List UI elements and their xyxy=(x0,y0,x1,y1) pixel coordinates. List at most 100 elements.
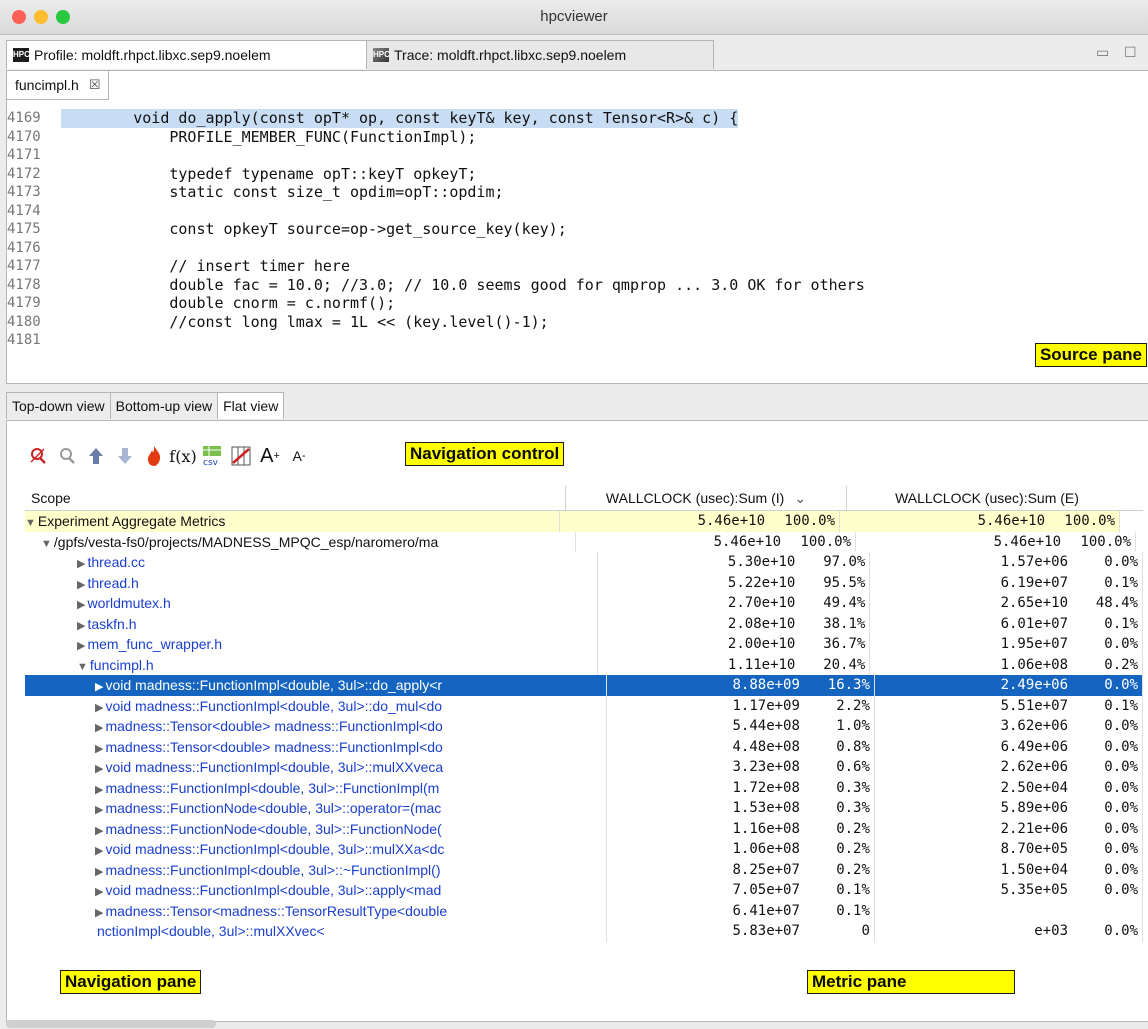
scope-label[interactable]: mem_func_wrapper.h xyxy=(87,636,222,652)
scope-column-header[interactable]: Scope xyxy=(25,486,566,510)
expanded-triangle-icon[interactable]: ▼ xyxy=(25,517,36,529)
scope-cell[interactable]: ▼/gpfs/vesta-fs0/projects/MADNESS_MPQC_e… xyxy=(25,531,576,552)
expanded-triangle-icon[interactable]: ▼ xyxy=(41,538,52,550)
tab-profile[interactable]: HPC Profile: moldft.rhpct.libxc.sep9.noe… xyxy=(6,40,368,69)
collapsed-triangle-icon[interactable]: ▶ xyxy=(95,886,103,898)
source-file-tab[interactable]: funcimpl.h ☒ xyxy=(7,71,110,100)
scope-cell[interactable]: ▶ madness::Tensor<double> madness::Functi… xyxy=(25,736,607,757)
scope-label[interactable]: thread.h xyxy=(87,575,138,591)
minimize-view-icon[interactable]: ▭ xyxy=(1096,44,1109,61)
collapsed-triangle-icon[interactable]: ▶ xyxy=(95,681,103,693)
collapsed-triangle-icon[interactable]: ▶ xyxy=(77,620,85,632)
scope-label[interactable]: taskfn.h xyxy=(87,616,136,632)
table-row[interactable]: ▶ thread.h 5.22e+10 95.5% 6.19e+07 0.1% xyxy=(25,572,1143,593)
scope-cell[interactable]: ▶ thread.h xyxy=(25,572,598,593)
table-row[interactable]: ▼/gpfs/vesta-fs0/projects/MADNESS_MPQC_e… xyxy=(25,531,1143,552)
scope-label[interactable]: madness::Tensor<double> madness::Functio… xyxy=(105,718,442,734)
table-row[interactable]: ▶ worldmutex.h 2.70e+10 49.4% 2.65e+10 48.4% xyxy=(25,593,1143,614)
scope-cell[interactable]: ▶ madness::FunctionImpl<double, 3ul>::~Fu… xyxy=(25,859,607,880)
table-row[interactable]: ▶ madness::FunctionNode<double, 3ul>::Fun… xyxy=(25,818,1143,839)
table-row[interactable]: ▶ void madness::FunctionImpl<double, 3ul>… xyxy=(25,675,1143,696)
scope-label[interactable]: worldmutex.h xyxy=(87,595,170,611)
table-row[interactable]: ▶ madness::FunctionImpl<double, 3ul>::Fun… xyxy=(25,777,1143,798)
scope-cell[interactable]: ▼ funcimpl.h xyxy=(25,654,598,675)
table-row[interactable]: ▶ void madness::FunctionImpl<double, 3ul>… xyxy=(25,757,1143,778)
zoom-out-icon[interactable] xyxy=(56,445,78,467)
collapsed-triangle-icon[interactable]: ▶ xyxy=(95,763,103,775)
scope-label[interactable]: madness::FunctionImpl<double, 3ul>::~Fun… xyxy=(105,862,440,878)
scope-cell[interactable]: ▶ worldmutex.h xyxy=(25,593,598,614)
csv-export-icon[interactable]: csv xyxy=(201,445,223,467)
collapsed-triangle-icon[interactable]: ▶ xyxy=(77,558,85,570)
scope-cell[interactable]: ▶ void madness::FunctionImpl<double, 3ul>… xyxy=(25,839,607,860)
collapsed-triangle-icon[interactable]: ▶ xyxy=(95,907,103,919)
collapsed-triangle-icon[interactable]: ▶ xyxy=(77,640,85,652)
scope-cell[interactable]: ▶ madness::FunctionImpl<double, 3ul>::Fun… xyxy=(25,777,607,798)
table-row[interactable]: ▶ madness::Tensor<double> madness::Functi… xyxy=(25,736,1143,757)
font-decrease-icon[interactable]: A- xyxy=(288,445,310,467)
font-increase-icon[interactable]: A + xyxy=(259,445,281,467)
scope-cell[interactable]: ▶ thread.cc xyxy=(25,552,598,573)
table-row[interactable]: ▶ void madness::FunctionImpl<double, 3ul>… xyxy=(25,880,1143,901)
table-row[interactable]: ▶ madness::FunctionNode<double, 3ul>::ope… xyxy=(25,798,1143,819)
scope-label[interactable]: nctionImpl<double, 3ul>::mulXXvec< xyxy=(97,923,325,939)
zoom-in-icon[interactable] xyxy=(27,445,49,467)
scope-cell[interactable]: ▶ madness::FunctionNode<double, 3ul>::Fun… xyxy=(25,818,607,839)
collapsed-triangle-icon[interactable]: ▶ xyxy=(77,599,85,611)
metric-columns-icon[interactable] xyxy=(230,445,252,467)
tab-flat-view[interactable]: Flat view xyxy=(217,392,285,419)
scope-label[interactable]: void madness::FunctionImpl<double, 3ul>:… xyxy=(105,759,443,775)
table-row[interactable]: nctionImpl<double, 3ul>::mulXXvec< 5.83e+… xyxy=(25,921,1143,942)
collapsed-triangle-icon[interactable]: ▶ xyxy=(95,804,103,816)
table-row[interactable]: ▶ taskfn.h 2.08e+10 38.1% 6.01e+07 0.1% xyxy=(25,613,1143,634)
flatten-icon[interactable] xyxy=(85,445,107,467)
scope-label[interactable]: void madness::FunctionImpl<double, 3ul>:… xyxy=(105,677,442,693)
collapsed-triangle-icon[interactable]: ▶ xyxy=(95,722,103,734)
metric-inclusive-column-header[interactable]: WALLCLOCK (usec):Sum (I) ⌄ xyxy=(566,486,847,510)
collapsed-triangle-icon[interactable]: ▶ xyxy=(95,702,103,714)
collapsed-triangle-icon[interactable]: ▶ xyxy=(95,743,103,755)
table-row[interactable]: ▶ void madness::FunctionImpl<double, 3ul>… xyxy=(25,695,1143,716)
scope-label[interactable]: madness::FunctionNode<double, 3ul>::oper… xyxy=(105,800,441,816)
scope-label[interactable]: void madness::FunctionImpl<double, 3ul>:… xyxy=(105,882,441,898)
scope-cell[interactable]: ▶ void madness::FunctionImpl<double, 3ul>… xyxy=(25,675,607,696)
table-row[interactable]: ▶ madness::Tensor<madness::TensorResultTy… xyxy=(25,900,1143,921)
hot-path-icon[interactable] xyxy=(143,445,165,467)
scope-label[interactable]: funcimpl.h xyxy=(90,657,154,673)
scope-cell[interactable]: ▶ madness::FunctionNode<double, 3ul>::ope… xyxy=(25,798,607,819)
scope-label[interactable]: madness::Tensor<double> madness::Functio… xyxy=(105,739,442,755)
collapsed-triangle-icon[interactable]: ▶ xyxy=(95,784,103,796)
metric-exclusive-column-header[interactable]: WALLCLOCK (usec):Sum (E) xyxy=(847,486,1127,510)
scope-label[interactable]: madness::FunctionNode<double, 3ul>::Func… xyxy=(105,821,441,837)
horizontal-scrollbar[interactable] xyxy=(6,1020,216,1028)
scope-cell[interactable]: ▶ madness::Tensor<madness::TensorResultTy… xyxy=(25,900,607,921)
tab-top-down-view[interactable]: Top-down view xyxy=(6,392,111,419)
derived-metric-icon[interactable]: f(x) xyxy=(169,445,196,467)
table-row[interactable]: ▶ thread.cc 5.30e+10 97.0% 1.57e+06 0.0% xyxy=(25,552,1143,573)
scope-cell[interactable]: ▶ void madness::FunctionImpl<double, 3ul>… xyxy=(25,695,607,716)
close-tab-icon[interactable]: ☒ xyxy=(89,77,101,93)
table-row[interactable]: ▼ funcimpl.h 1.11e+10 20.4% 1.06e+08 0.2% xyxy=(25,654,1143,675)
scope-cell[interactable]: ▶ void madness::FunctionImpl<double, 3ul>… xyxy=(25,880,607,901)
scope-cell[interactable]: ▶ mem_func_wrapper.h xyxy=(25,634,598,655)
maximize-view-icon[interactable]: ☐ xyxy=(1124,44,1137,61)
tab-trace[interactable]: HPC Trace: moldft.rhpct.libxc.sep9.noele… xyxy=(366,40,714,69)
table-row[interactable]: ▼ Experiment Aggregate Metrics 5.46e+10 100… xyxy=(25,511,1143,532)
scope-label[interactable]: thread.cc xyxy=(87,554,145,570)
scope-label[interactable]: void madness::FunctionImpl<double, 3ul>:… xyxy=(105,841,444,857)
table-row[interactable]: ▶ madness::Tensor<double> madness::Functi… xyxy=(25,716,1143,737)
scope-label[interactable]: void madness::FunctionImpl<double, 3ul>:… xyxy=(105,698,442,714)
scope-cell[interactable]: nctionImpl<double, 3ul>::mulXXvec< xyxy=(25,921,607,942)
table-row[interactable]: ▶ mem_func_wrapper.h 2.00e+10 36.7% 1.95e+07… xyxy=(25,634,1143,655)
scope-cell[interactable]: ▶ taskfn.h xyxy=(25,613,598,634)
table-row[interactable]: ▶ void madness::FunctionImpl<double, 3ul>… xyxy=(25,839,1143,860)
unflatten-icon[interactable] xyxy=(114,445,136,467)
collapsed-triangle-icon[interactable]: ▶ xyxy=(95,825,103,837)
scope-label[interactable]: madness::FunctionImpl<double, 3ul>::Func… xyxy=(105,780,439,796)
table-row[interactable]: ▶ madness::FunctionImpl<double, 3ul>::~Fu… xyxy=(25,859,1143,880)
collapsed-triangle-icon[interactable]: ▶ xyxy=(95,866,103,878)
collapsed-triangle-icon[interactable]: ▶ xyxy=(77,579,85,591)
tab-bottom-up-view[interactable]: Bottom-up view xyxy=(109,392,219,419)
scope-cell[interactable]: ▼ Experiment Aggregate Metrics xyxy=(25,511,560,532)
scope-label[interactable]: madness::Tensor<madness::TensorResultTyp… xyxy=(105,903,447,919)
